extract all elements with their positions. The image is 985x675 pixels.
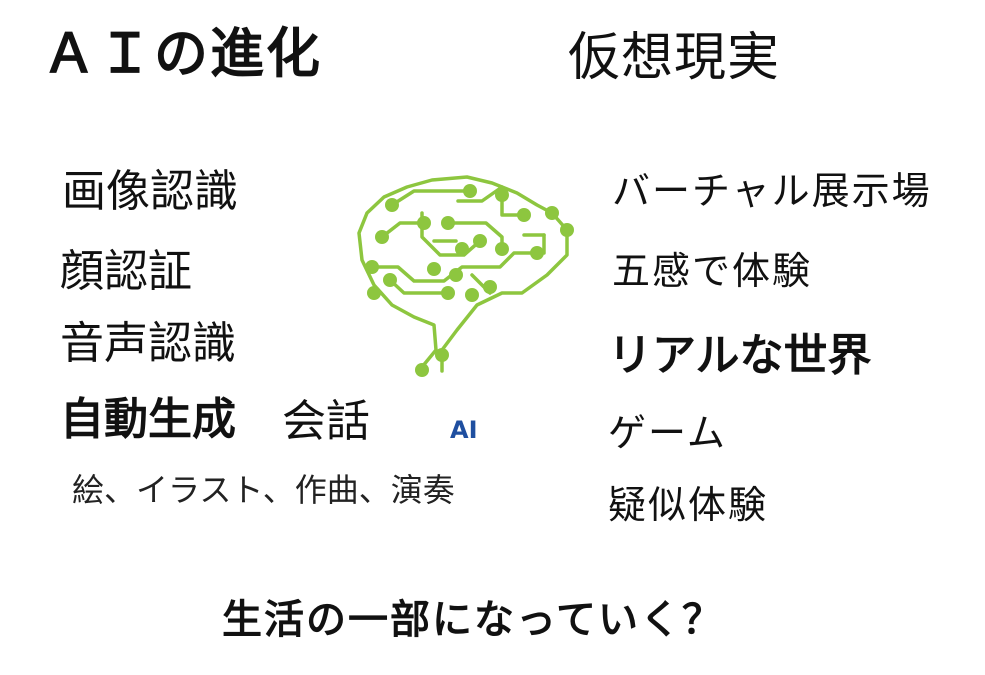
item-real-world: リアルな世界 — [608, 330, 872, 381]
item-face-recognition: 顔認証 — [60, 246, 192, 297]
bottom-question: 生活の一部になっていく？ — [222, 597, 724, 643]
item-simulated-experience: 疑似体験 — [608, 483, 769, 527]
brain-circuit-icon — [357, 175, 574, 377]
item-image-recognition: 画像認識 — [62, 166, 238, 217]
item-examples: 絵、イラスト、作曲、演奏 — [72, 471, 455, 509]
item-voice-recognition: 音声認識 — [60, 318, 236, 369]
title-ai-evolution: ＡＩの進化 — [42, 21, 322, 85]
item-conversation: 会話 — [282, 396, 370, 447]
item-auto-generation: 自動生成 — [60, 394, 236, 445]
slide: ＡＩの進化 仮想現実 画像認識 顔認証 音声認識 自動生成 会話 絵、イラスト、… — [0, 0, 985, 675]
item-five-senses: 五感で体験 — [612, 249, 813, 293]
item-virtual-exhibition: バーチャル展示場 — [612, 169, 932, 213]
ai-label: AI — [450, 416, 478, 444]
title-virtual-reality: 仮想現実 — [568, 28, 781, 88]
item-game: ゲーム — [608, 411, 727, 455]
